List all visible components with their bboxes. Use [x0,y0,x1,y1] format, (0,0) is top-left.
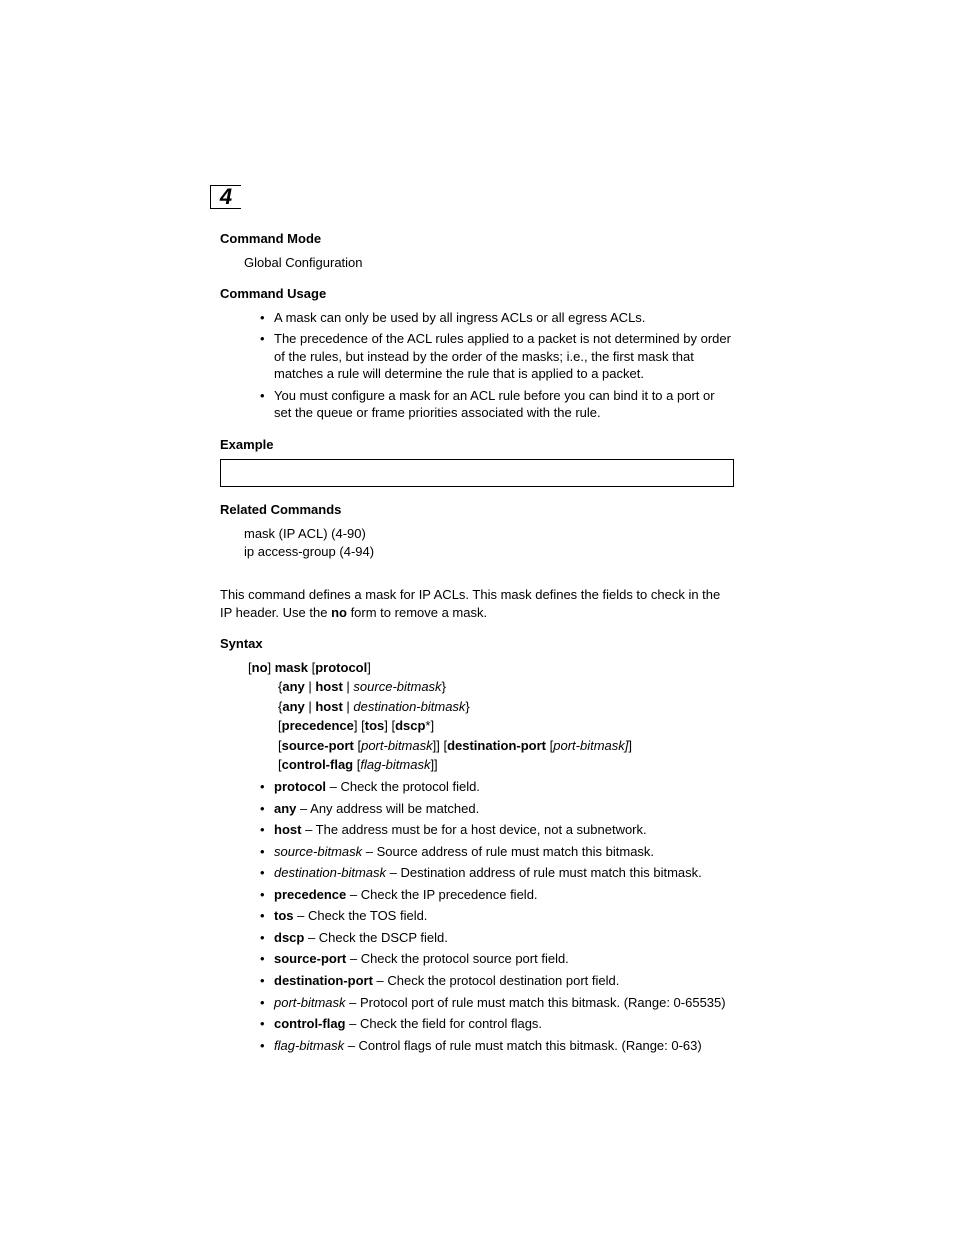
port-bitmask: port-bitmask [361,738,433,753]
kw-host: host [315,679,342,694]
kw-tos: tos [365,718,385,733]
param-post: – Check the field for control flags. [346,1016,543,1031]
kw-mask: mask [275,660,308,675]
param-list: protocol – Check the protocol field. any… [260,778,734,1054]
param-post: – Check the protocol destination port fi… [373,973,619,988]
param-bold: dscp [274,930,304,945]
list-item: precedence – Check the IP precedence fie… [260,886,734,904]
list-item: The precedence of the ACL rules applied … [260,330,734,383]
syntax-heading: Syntax [220,635,734,653]
list-item: source-port – Check the protocol source … [260,950,734,968]
dst-bitmask: destination-bitmask [353,699,465,714]
param-bold: protocol [274,779,326,794]
kw-any: any [282,679,304,694]
list-item: source-bitmask – Source address of rule … [260,843,734,861]
param-post: – Check the protocol source port field. [346,951,569,966]
page: 4 Command Mode Global Configuration Comm… [0,0,954,1235]
desc-post: form to remove a mask. [347,605,487,620]
kw-source-port: source-port [282,738,354,753]
list-item: You must configure a mask for an ACL rul… [260,387,734,422]
example-box [220,459,734,487]
port-bitmask: port-bitmask [553,738,625,753]
param-italic: destination-bitmask [274,865,386,880]
desc-bold: no [331,605,347,620]
flag-bitmask: flag-bitmask [360,757,430,772]
src-bitmask: source-bitmask [353,679,441,694]
list-item: port-bitmask – Protocol port of rule mus… [260,994,734,1012]
syntax-line: [control-flag [flag-bitmask]] [278,756,734,774]
list-item: protocol – Check the protocol field. [260,778,734,796]
command-usage-heading: Command Usage [220,285,734,303]
list-item: any – Any address will be matched. [260,800,734,818]
syntax-line: [source-port [port-bitmask]] [destinatio… [278,737,734,755]
param-bold: tos [274,908,294,923]
param-post: – Destination address of rule must match… [386,865,702,880]
related-item: mask (IP ACL) (4-90) [244,525,734,543]
kw-any: any [282,699,304,714]
command-mode-text: Global Configuration [244,254,734,272]
kw-destination-port: destination-port [447,738,546,753]
param-italic: port-bitmask [274,995,346,1010]
syntax-line: {any | host | source-bitmask} [278,678,734,696]
kw-precedence: precedence [282,718,354,733]
param-post: – Check the TOS field. [294,908,428,923]
list-item: dscp – Check the DSCP field. [260,929,734,947]
param-post: – Any address will be matched. [296,801,479,816]
command-usage-list: A mask can only be used by all ingress A… [260,309,734,422]
kw-protocol: protocol [315,660,367,675]
list-item: A mask can only be used by all ingress A… [260,309,734,327]
list-item: control-flag – Check the field for contr… [260,1015,734,1033]
kw-host: host [315,699,342,714]
list-item: flag-bitmask – Control flags of rule mus… [260,1037,734,1055]
example-heading: Example [220,436,734,454]
list-item: destination-bitmask – Destination addres… [260,864,734,882]
param-post: – The address must be for a host device,… [301,822,646,837]
param-post: – Source address of rule must match this… [362,844,654,859]
kw-dscp: dscp [395,718,425,733]
command-description: This command defines a mask for IP ACLs.… [220,586,734,621]
page-content: Command Mode Global Configuration Comman… [220,230,734,1054]
kw-control-flag: control-flag [282,757,354,772]
param-italic: source-bitmask [274,844,362,859]
param-post: – Control flags of rule must match this … [344,1038,702,1053]
syntax-line: {any | host | destination-bitmask} [278,698,734,716]
param-bold: destination-port [274,973,373,988]
list-item: destination-port – Check the protocol de… [260,972,734,990]
param-bold: control-flag [274,1016,346,1031]
chapter-number: 4 [220,186,232,208]
param-post: – Check the DSCP field. [304,930,448,945]
related-item: ip access-group (4-94) [244,543,734,561]
param-bold: source-port [274,951,346,966]
param-bold: precedence [274,887,346,902]
chapter-badge: 4 [210,185,241,209]
related-commands-heading: Related Commands [220,501,734,519]
list-item: host – The address must be for a host de… [260,821,734,839]
param-post: – Check the IP precedence field. [346,887,537,902]
list-item: tos – Check the TOS field. [260,907,734,925]
param-bold: any [274,801,296,816]
kw-no: no [252,660,268,675]
syntax-line: [precedence] [tos] [dscp*] [278,717,734,735]
param-italic: flag-bitmask [274,1038,344,1053]
param-post: – Check the protocol field. [326,779,480,794]
command-mode-heading: Command Mode [220,230,734,248]
param-bold: host [274,822,301,837]
syntax-line: [no] mask [protocol] [248,659,734,677]
param-post: – Protocol port of rule must match this … [346,995,726,1010]
